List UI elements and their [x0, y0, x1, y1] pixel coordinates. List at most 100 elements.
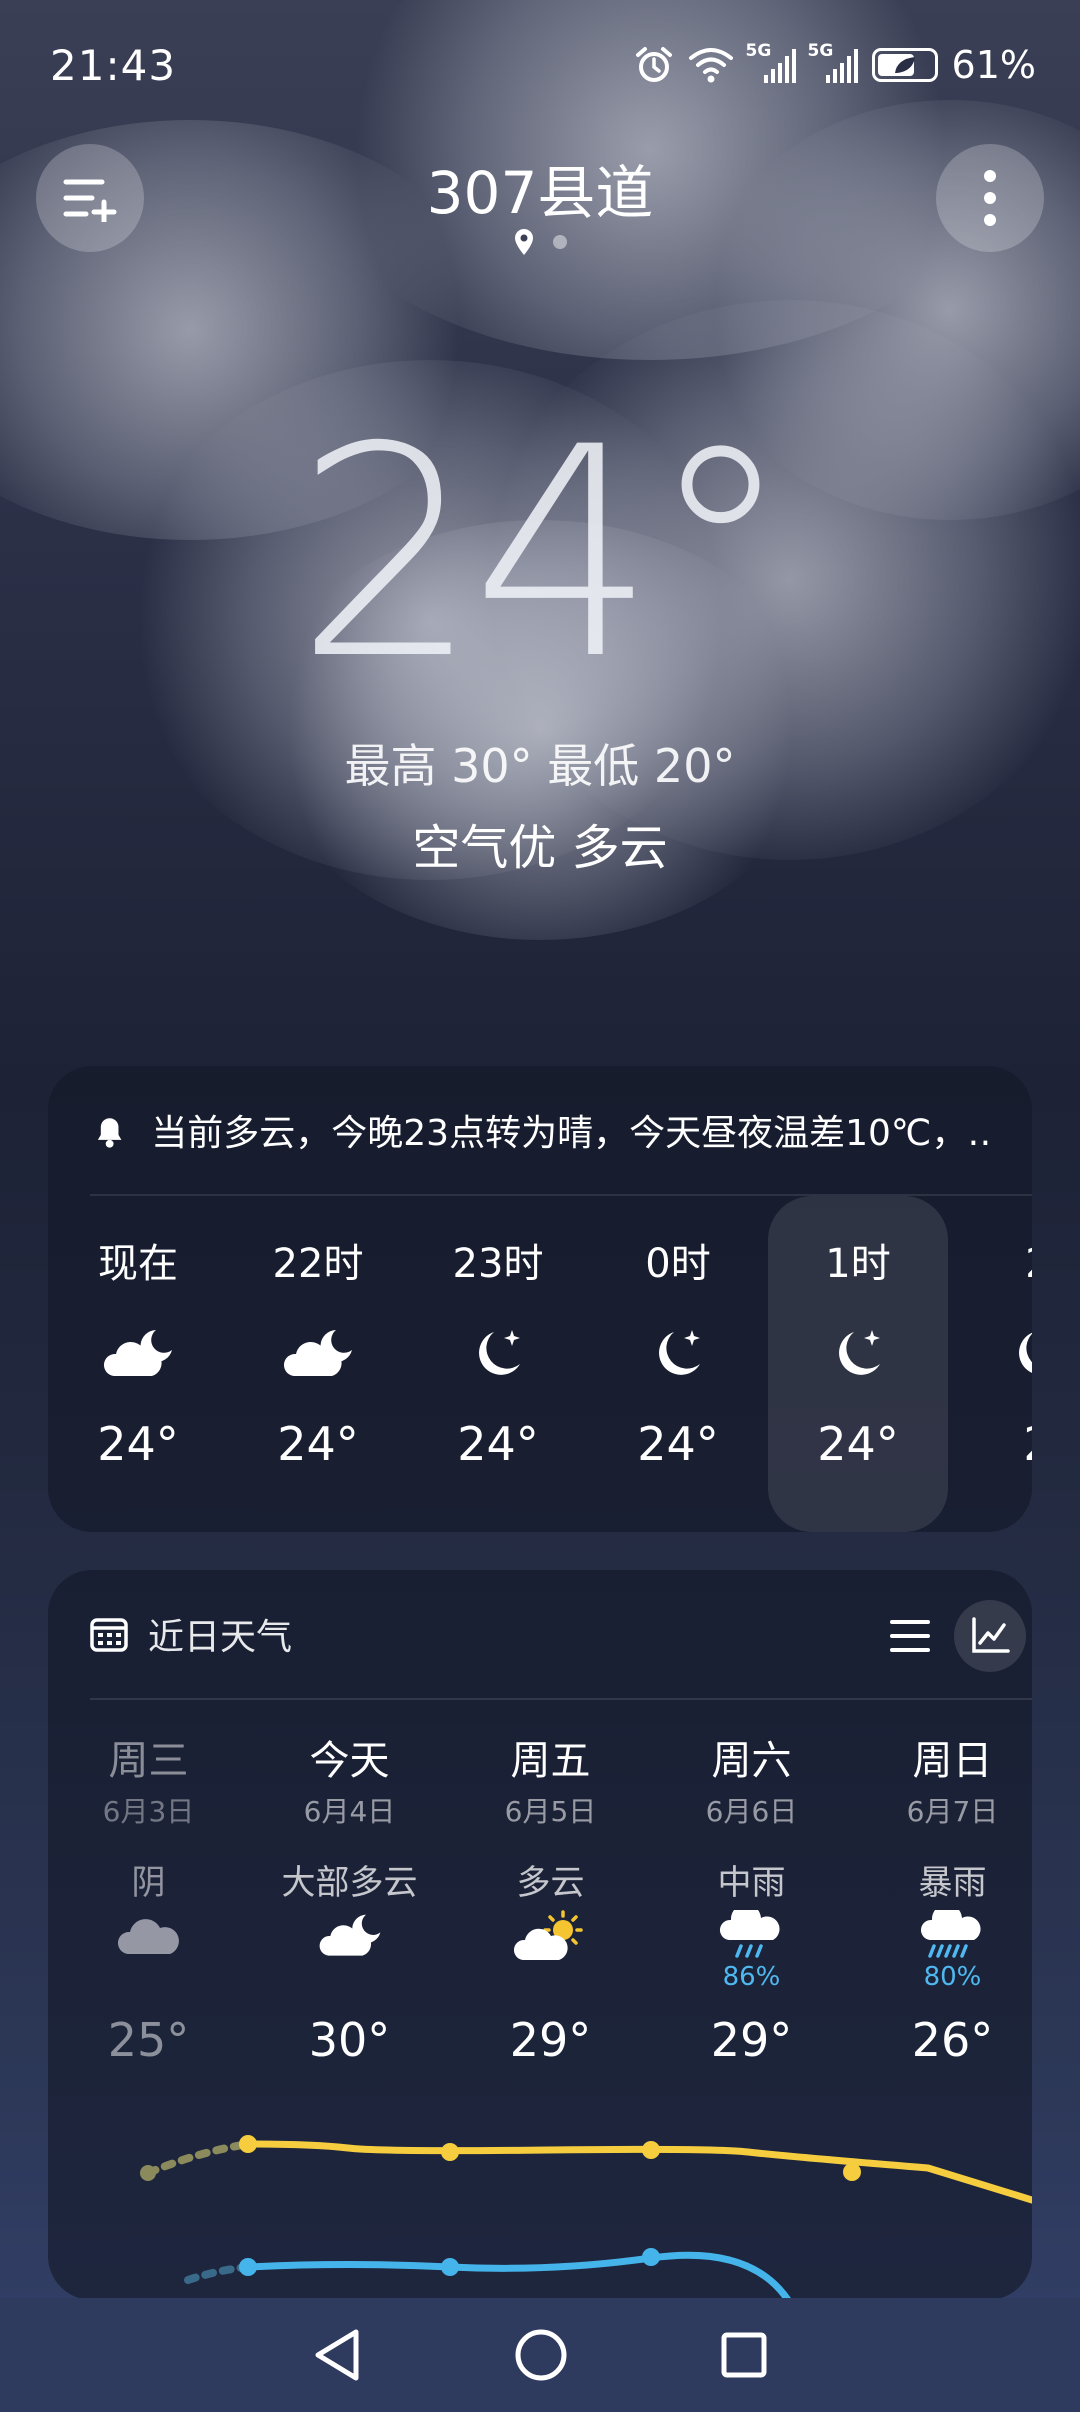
heavy-rain-icon	[920, 1910, 981, 1958]
day-condition: 暴雨	[918, 1863, 987, 1903]
hour-item[interactable]: 22时 24°	[228, 1196, 408, 1532]
day-name: 周三	[108, 1738, 189, 1784]
clear-night-icon	[659, 1330, 700, 1375]
battery-saver-icon	[871, 48, 938, 82]
calendar-icon	[90, 1618, 128, 1652]
hour-label: 1时	[825, 1241, 891, 1287]
hour-label: 现在	[98, 1241, 178, 1287]
more-vertical-icon	[984, 170, 996, 226]
clear-night-icon	[1019, 1332, 1032, 1373]
alarm-icon	[635, 47, 672, 82]
day-condition: 多云	[516, 1863, 585, 1903]
weather-summary-row[interactable]: 当前多云，今晚23点转为晴，今天昼夜温差10℃，…	[90, 1066, 1032, 1196]
high-trend-point	[239, 2135, 257, 2153]
hour-temp: 24°	[277, 1417, 359, 1471]
chart-view-icon	[972, 1617, 1010, 1653]
cloudy-night-icon	[319, 1914, 380, 1956]
day-item[interactable]: 周三 6月3日 阴 25°	[48, 1700, 249, 2082]
day-condition: 阴	[131, 1863, 166, 1903]
recents-square-icon[interactable]	[720, 2331, 768, 2379]
temperature-trend-chart	[140, 2135, 1032, 2300]
list-view-icon	[890, 1620, 930, 1652]
daily-title: 近日天气	[148, 1617, 293, 1658]
hour-temp: 24°	[637, 1417, 719, 1471]
day-condition: 大部多云	[281, 1863, 418, 1903]
hour-label: 2	[1025, 1224, 1032, 1304]
hour-item[interactable]: 23时 24°	[408, 1196, 588, 1532]
status-bar: 21:43 5G 5G 61%	[0, 0, 1080, 130]
cloudy-night-icon	[283, 1330, 352, 1376]
location-pin-icon	[515, 229, 533, 255]
day-high: 26°	[911, 2013, 994, 2067]
cloudy-night-icon	[103, 1330, 172, 1376]
high-trend-point	[140, 2165, 156, 2181]
hourly-list[interactable]: 现在 24° 22时 24° 23时 24° 0时 24° 1时 24°	[48, 1196, 1032, 1532]
chart-view-button[interactable]	[954, 1600, 1026, 1672]
daily-header: 近日天气	[90, 1570, 1032, 1700]
daily-forecast-card: 近日天气 周三 6月3日 阴 25° 今天 6月4日 大部多云 30° 周五 6…	[48, 1570, 1032, 2300]
day-high: 30°	[308, 2013, 391, 2067]
list-view-button[interactable]	[880, 1606, 940, 1666]
status-time: 21:43	[50, 40, 177, 90]
overcast-icon	[117, 1919, 179, 1954]
day-precip: 86%	[722, 1962, 781, 1992]
hour-temp: 2	[1023, 1404, 1032, 1484]
low-trend-past-line	[184, 2263, 252, 2284]
system-navigation-bar	[0, 2298, 1080, 2412]
battery-percent: 61%	[951, 43, 1036, 87]
high-trend-past-line	[144, 2140, 252, 2177]
clear-night-icon	[839, 1330, 880, 1375]
high-low-temperature: 最高 30° 最低 20°	[344, 739, 736, 793]
hour-label: 0时	[645, 1241, 711, 1287]
daily-list[interactable]: 周三 6月3日 阴 25° 今天 6月4日 大部多云 30° 周五 6月5日 多…	[48, 1700, 1032, 2082]
wifi-icon	[688, 48, 733, 83]
hour-item[interactable]: 0时 24°	[588, 1196, 768, 1532]
day-high: 25°	[107, 2013, 190, 2067]
day-item[interactable]: 周日 6月7日 暴雨 80% 26°	[852, 1700, 1032, 2082]
day-precip: 80%	[923, 1962, 982, 1992]
day-date: 6月5日	[504, 1795, 597, 1828]
hour-item[interactable]: 2 2	[948, 1196, 1032, 1532]
hour-temp: 24°	[817, 1417, 899, 1471]
current-temperature: 24°	[294, 386, 793, 723]
day-date: 6月7日	[906, 1795, 999, 1828]
high-trend-point	[441, 2143, 459, 2161]
hour-label: 23时	[452, 1241, 544, 1287]
partly-cloudy-day-icon	[513, 1910, 583, 1960]
day-condition: 中雨	[717, 1863, 786, 1903]
high-trend-point	[642, 2141, 660, 2159]
weather-summary-text: 当前多云，今晚23点转为晴，今天昼夜温差10℃，…	[151, 1113, 988, 1154]
hour-temp: 24°	[97, 1417, 179, 1471]
air-quality-condition[interactable]: 空气优 多云	[0, 808, 1080, 878]
day-name: 周六	[711, 1738, 792, 1784]
day-name: 周日	[912, 1738, 993, 1784]
more-options-button[interactable]	[936, 144, 1044, 252]
day-high: 29°	[710, 2013, 793, 2067]
signal-5g-icon: 5G	[746, 41, 796, 83]
page-dot	[553, 235, 567, 249]
day-item[interactable]: 周五 6月5日 多云 29°	[450, 1700, 651, 2082]
low-trend-point	[239, 2258, 257, 2276]
hour-item-selected[interactable]: 1时 24°	[768, 1196, 948, 1532]
status-icons: 5G 5G 61%	[634, 41, 1036, 87]
low-trend-point	[642, 2248, 660, 2266]
day-high: 29°	[509, 2013, 592, 2067]
day-date: 6月6日	[705, 1795, 798, 1828]
high-trend-line	[244, 2140, 1032, 2204]
location-title[interactable]: 307县道	[0, 146, 1080, 230]
back-triangle-icon[interactable]	[312, 2328, 362, 2382]
day-name: 今天	[309, 1738, 390, 1784]
hour-temp: 24°	[457, 1417, 539, 1471]
rain-icon	[719, 1910, 780, 1958]
signal-5g-icon: 5G	[808, 41, 858, 83]
home-circle-icon[interactable]	[514, 2328, 568, 2382]
day-item[interactable]: 周六 6月6日 中雨 86% 29°	[651, 1700, 852, 2082]
hour-label: 22时	[272, 1241, 364, 1287]
hourly-forecast-card: 当前多云，今晚23点转为晴，今天昼夜温差10℃，… 现在 24° 22时 24°	[48, 1066, 1032, 1532]
clear-night-icon	[479, 1330, 520, 1375]
day-item[interactable]: 今天 6月4日 大部多云 30°	[249, 1700, 450, 2082]
hour-item[interactable]: 现在 24°	[48, 1196, 228, 1532]
day-date: 6月4日	[303, 1795, 396, 1828]
day-name: 周五	[510, 1738, 591, 1784]
low-trend-line	[244, 2251, 792, 2300]
